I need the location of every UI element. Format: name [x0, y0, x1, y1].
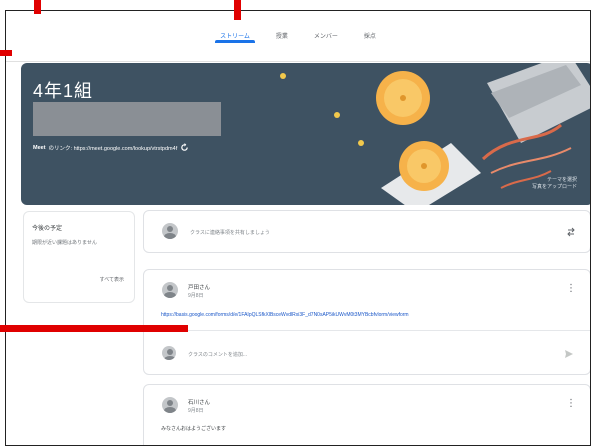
annotation-marker [0, 50, 12, 56]
post-author: 石川さん [188, 400, 211, 406]
more-options-icon[interactable]: ⋮ [566, 284, 576, 294]
more-options-icon[interactable]: ⋮ [566, 399, 576, 409]
annotation-marker [234, 0, 241, 20]
comment-divider [144, 330, 590, 331]
refresh-icon[interactable] [180, 143, 189, 152]
tab-classwork[interactable]: 授業 [263, 21, 301, 41]
meet-link-row[interactable]: Meet のリンク: https://meet.google.com/looku… [33, 143, 189, 152]
tab-grades[interactable]: 採点 [351, 21, 389, 41]
announce-composer[interactable]: クラスに連絡事項を共有しましょう [143, 210, 590, 253]
view-all-link[interactable]: すべて表示 [100, 276, 124, 283]
redacted-section [33, 102, 221, 136]
composer-placeholder[interactable]: クラスに連絡事項を共有しましょう [190, 229, 270, 236]
tab-divider [6, 61, 590, 62]
meet-link-text[interactable]: のリンク: https://meet.google.com/lookup/vtr… [49, 144, 178, 152]
app-window: ストリーム 授業 メンバー 採点 4年1組 Meet のリンク: https:/… [5, 10, 591, 446]
comment-input[interactable]: クラスのコメントを追加... [188, 351, 247, 358]
post-date: 9月8日 [188, 293, 204, 299]
post-author: 戸田さん [188, 285, 211, 291]
upcoming-card: 今後の予定 期限が近い課題はありません すべて表示 [23, 211, 135, 303]
send-icon[interactable] [564, 349, 574, 359]
repost-icon[interactable] [566, 227, 576, 237]
avatar [162, 282, 178, 298]
select-theme-link[interactable]: テーマを選択 [532, 177, 577, 184]
class-title: 4年1組 [33, 81, 94, 101]
post-text: みなさんおはようございます [161, 426, 227, 432]
tab-bar: ストリーム 授業 メンバー 採点 [6, 21, 590, 51]
tab-people[interactable]: メンバー [301, 21, 351, 41]
post-card: 戸田さん 9月8日 ⋮ https://basis.google.com/for… [143, 269, 590, 375]
annotation-marker [0, 325, 188, 332]
post-card: 石川さん 9月8日 ⋮ みなさんおはようございます [143, 384, 590, 445]
post-link[interactable]: https://basis.google.com/forms/d/e/1FAIp… [161, 312, 409, 318]
upcoming-heading: 今後の予定 [32, 226, 63, 232]
annotation-marker [34, 0, 41, 14]
avatar [162, 223, 178, 239]
banner-actions: テーマを選択 写真をアップロード [532, 177, 577, 191]
meet-label: Meet [33, 144, 46, 151]
avatar [162, 397, 178, 413]
upcoming-text: 期限が近い課題はありません [32, 240, 97, 246]
post-date: 9月8日 [188, 408, 204, 414]
tab-stream[interactable]: ストリーム [207, 21, 263, 43]
class-banner: 4年1組 Meet のリンク: https://meet.google.com/… [21, 63, 590, 205]
upload-photo-link[interactable]: 写真をアップロード [532, 184, 577, 191]
avatar [162, 346, 176, 360]
